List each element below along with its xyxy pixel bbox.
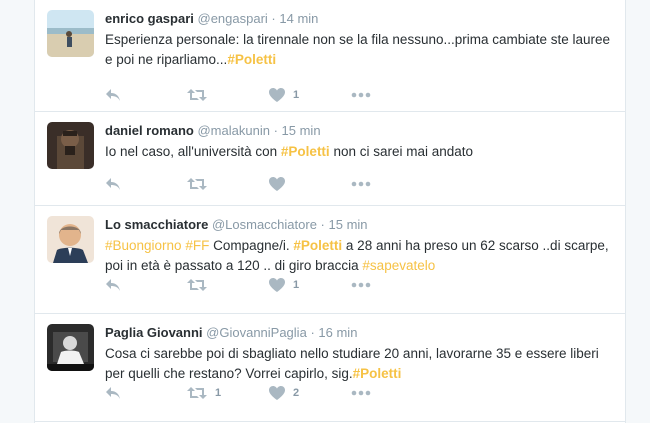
tweet[interactable]: daniel romano @malakunin · 15 min Io nel…	[35, 112, 625, 206]
more-icon	[351, 92, 371, 98]
hashtag-link[interactable]: #Poletti	[353, 366, 402, 381]
more-button[interactable]	[351, 282, 371, 288]
author-name[interactable]: enrico gaspari	[105, 11, 194, 26]
retweet-icon	[187, 387, 207, 399]
more-icon	[351, 390, 371, 396]
tweet-actions: 1	[105, 86, 371, 104]
avatar-image	[47, 324, 94, 371]
hashtag-link[interactable]: #FF	[185, 238, 209, 253]
tweet-header: Lo smacchiatore @Losmacchiatore · 15 min	[105, 216, 613, 233]
separator-dot: ·	[310, 325, 315, 340]
tweet-header: enrico gaspari @engaspari · 14 min	[105, 10, 613, 27]
tweet-text: Cosa ci sarebbe poi di sbagliato nello s…	[105, 344, 613, 383]
like-button[interactable]	[269, 175, 351, 193]
tweet[interactable]: enrico gaspari @engaspari · 14 min Esper…	[35, 0, 625, 112]
separator-dot: ·	[320, 217, 325, 232]
author-handle[interactable]: @GiovanniPaglia	[206, 325, 307, 340]
like-button[interactable]: 1	[269, 276, 351, 294]
tweet-actions	[105, 175, 371, 193]
reply-button[interactable]	[105, 384, 187, 402]
tweet-text: Io nel caso, all'università con #Poletti…	[105, 142, 613, 162]
tweet-actions: 1 2	[105, 384, 371, 402]
author-name[interactable]: Paglia Giovanni	[105, 325, 203, 340]
more-button[interactable]	[351, 92, 371, 98]
hashtag-link[interactable]: #Poletti	[227, 52, 276, 67]
like-button[interactable]: 2	[269, 384, 351, 402]
author-handle[interactable]: @malakunin	[197, 123, 269, 138]
avatar-image	[47, 216, 94, 263]
tweet-text: Esperienza personale: la tirennale non s…	[105, 30, 613, 69]
hashtag-link[interactable]: #Poletti	[281, 144, 330, 159]
reply-icon	[106, 279, 120, 291]
like-count: 1	[293, 89, 300, 101]
timestamp[interactable]: 15 min	[329, 217, 368, 232]
timestamp[interactable]: 14 min	[279, 11, 318, 26]
hashtag-link[interactable]: #Poletti	[293, 238, 342, 253]
avatar-image	[47, 122, 94, 169]
tweet-header: Paglia Giovanni @GiovanniPaglia · 16 min	[105, 324, 613, 341]
like-count: 2	[293, 387, 300, 399]
avatar[interactable]	[47, 10, 94, 57]
like-button[interactable]: 1	[269, 86, 351, 104]
more-icon	[351, 181, 371, 187]
tweet-text-part: Esperienza personale: la tirennale non s…	[105, 32, 611, 67]
author-name[interactable]: Lo smacchiatore	[105, 217, 208, 232]
more-button[interactable]	[351, 181, 371, 187]
avatar[interactable]	[47, 216, 94, 263]
retweet-button[interactable]	[187, 276, 269, 294]
tweet-text-part: Io nel caso, all'università con	[105, 144, 281, 159]
hashtag-link[interactable]: #Buongiorno	[105, 238, 182, 253]
reply-icon	[106, 178, 120, 190]
reply-button[interactable]	[105, 86, 187, 104]
separator-dot: ·	[273, 123, 278, 138]
author-name[interactable]: daniel romano	[105, 123, 194, 138]
tweet-text-part: Compagne/i.	[209, 238, 294, 253]
retweet-count: 1	[215, 387, 222, 399]
author-handle[interactable]: @engaspari	[198, 11, 268, 26]
hashtag-link[interactable]: #sapevatelo	[362, 258, 435, 273]
timestamp[interactable]: 15 min	[282, 123, 321, 138]
separator-dot: ·	[271, 11, 276, 26]
retweet-button[interactable]	[187, 86, 269, 104]
more-button[interactable]	[351, 390, 371, 396]
heart-icon	[269, 386, 285, 400]
heart-icon	[269, 177, 285, 191]
retweet-button[interactable]: 1	[187, 384, 269, 402]
reply-button[interactable]	[105, 276, 187, 294]
tweet[interactable]: Lo smacchiatore @Losmacchiatore · 15 min…	[35, 206, 625, 314]
retweet-icon	[187, 178, 207, 190]
tweet[interactable]: Paglia Giovanni @GiovanniPaglia · 16 min…	[35, 314, 625, 422]
retweet-button[interactable]	[187, 175, 269, 193]
reply-icon	[106, 89, 120, 101]
tweet-text: #Buongiorno #FF Compagne/i. #Poletti a 2…	[105, 236, 613, 275]
retweet-icon	[187, 89, 207, 101]
like-count: 1	[293, 279, 300, 291]
tweet-header: daniel romano @malakunin · 15 min	[105, 122, 613, 139]
avatar[interactable]	[47, 122, 94, 169]
tweet-actions: 1	[105, 276, 371, 294]
timeline: enrico gaspari @engaspari · 14 min Esper…	[34, 0, 626, 423]
heart-icon	[269, 278, 285, 292]
avatar-image	[47, 10, 94, 57]
timestamp[interactable]: 16 min	[318, 325, 357, 340]
tweet-text-part: non ci sarei mai andato	[329, 144, 474, 159]
retweet-icon	[187, 279, 207, 291]
more-icon	[351, 282, 371, 288]
avatar[interactable]	[47, 324, 94, 371]
author-handle[interactable]: @Losmacchiatore	[212, 217, 317, 232]
heart-icon	[269, 88, 285, 102]
reply-icon	[106, 387, 120, 399]
reply-button[interactable]	[105, 175, 187, 193]
